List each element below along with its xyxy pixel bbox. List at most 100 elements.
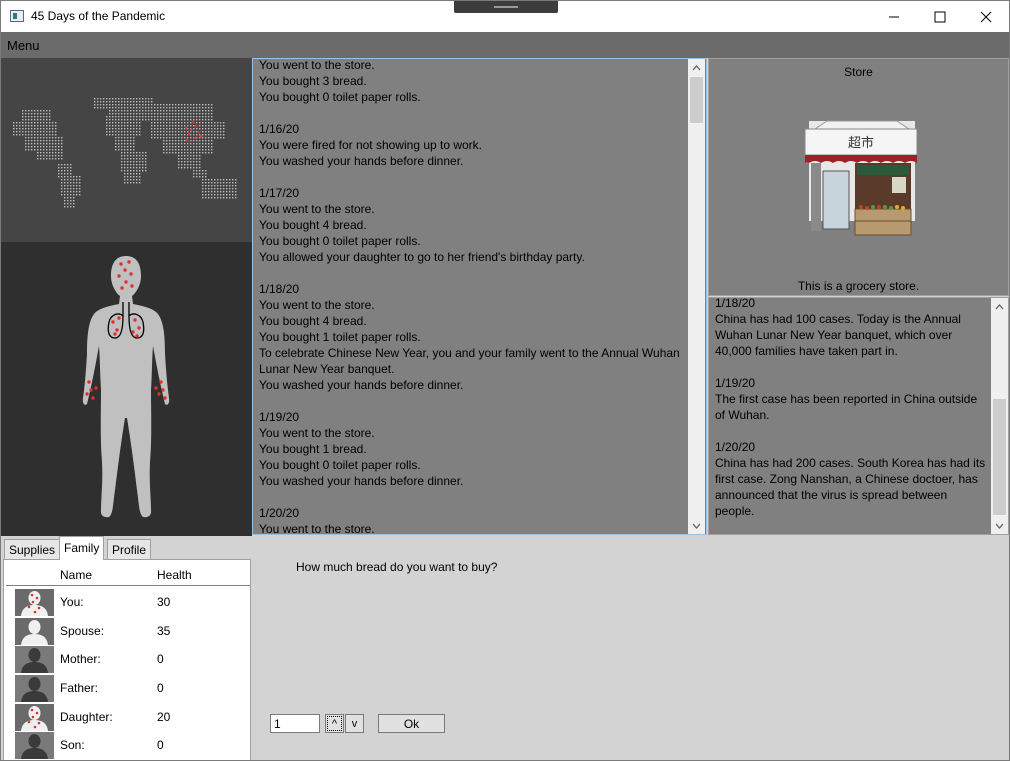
increment-button[interactable]: ^ (325, 714, 344, 733)
quantity-input[interactable] (270, 714, 320, 733)
member-name: Mother: (60, 652, 101, 666)
scroll-down-arrow[interactable] (688, 517, 705, 534)
infection-dot (133, 318, 137, 322)
infection-dot (189, 128, 193, 132)
infection-dot (120, 286, 124, 290)
family-member-row[interactable]: Daughter: 20 (4, 703, 250, 732)
location-caption: This is a grocery store. (797, 279, 920, 293)
infection-dot (91, 396, 95, 400)
tab-family[interactable]: Family (59, 536, 105, 560)
chevron-down-icon (995, 523, 1004, 529)
tab-profile[interactable]: Profile (107, 539, 152, 560)
scroll-thumb[interactable] (993, 399, 1006, 515)
title-bar: 45 Days of the Pandemic (1, 1, 1009, 32)
infection-dot (163, 396, 167, 400)
header-divider (6, 585, 250, 586)
family-member-row[interactable]: Mother: 0 (4, 645, 250, 674)
scroll-up-arrow[interactable] (688, 59, 705, 76)
infection-dot (159, 380, 163, 384)
member-name: Father: (60, 681, 99, 695)
scroll-up-arrow[interactable] (991, 298, 1008, 315)
infection-dot (135, 334, 139, 338)
ok-button[interactable]: Ok (378, 714, 445, 733)
infection-dot (184, 126, 188, 130)
member-health: 30 (157, 595, 171, 609)
infection-dot (185, 138, 189, 142)
member-name: Son: (60, 738, 85, 752)
menu-item[interactable]: Menu (7, 38, 40, 53)
news-scrollbar[interactable] (991, 298, 1008, 534)
location-panel: Store 超市 This is a grocery store. (708, 58, 1009, 296)
member-health: 35 (157, 624, 171, 638)
avatar (15, 704, 54, 731)
event-log-panel[interactable]: You went to the store. You bought 3 brea… (252, 58, 707, 535)
family-panel: Name Health You: 30 Spouse: 35 Mother: 0 Fathe… (3, 559, 251, 760)
chevron-down-icon (692, 523, 701, 529)
family-member-row[interactable]: Father: 0 (4, 674, 250, 703)
infection-dot (117, 274, 121, 278)
infection-dot (154, 386, 158, 390)
tab-supplies[interactable]: Supplies (4, 539, 61, 560)
avatar (15, 732, 54, 759)
tab-bar: Supplies Family Profile (1, 536, 252, 560)
column-header-name[interactable]: Name (60, 568, 92, 582)
member-name: You: (60, 595, 84, 609)
avatar (15, 589, 54, 616)
news-text: 1/18/20 China has had 100 cases. Today i… (715, 297, 986, 518)
app-icon (10, 10, 24, 22)
avatar (15, 675, 54, 702)
infection-dot (187, 132, 191, 136)
infection-dot (85, 392, 89, 396)
minimize-icon (889, 16, 899, 17)
person-silhouette-icon (15, 589, 54, 616)
chevron-up-icon (995, 303, 1004, 309)
log-scrollbar[interactable] (688, 59, 705, 534)
scroll-thumb[interactable] (690, 77, 703, 123)
infection-dot (119, 262, 123, 266)
close-button[interactable] (963, 1, 1009, 32)
infection-dot (123, 268, 127, 272)
infection-dot (127, 260, 131, 264)
infection-dot (89, 388, 93, 392)
family-member-row[interactable]: Son: 0 (4, 731, 250, 760)
app-window: 45 Days of the Pandemic Menu You went to… (0, 0, 1010, 761)
event-log-text: You went to the store. You bought 3 brea… (259, 58, 680, 535)
menu-bar: Menu (1, 32, 1009, 58)
member-name: Daughter: (60, 710, 113, 724)
infection-dot (94, 386, 98, 390)
column-header-health[interactable]: Health (157, 568, 192, 582)
infection-dot (115, 328, 119, 332)
member-health: 0 (157, 738, 164, 752)
decrement-button[interactable]: v (345, 714, 364, 733)
body-infection-panel (1, 242, 252, 536)
infection-dot (111, 320, 115, 324)
avatar (15, 646, 54, 673)
family-member-row[interactable]: Spouse: 35 (4, 617, 250, 646)
member-health: 0 (157, 652, 164, 666)
infection-dot (194, 124, 198, 128)
scroll-down-arrow[interactable] (991, 517, 1008, 534)
window-title: 45 Days of the Pandemic (31, 9, 166, 23)
infection-dot (129, 272, 133, 276)
news-panel[interactable]: 1/18/20 China has had 100 cases. Today i… (708, 297, 1009, 535)
infection-dot (199, 134, 203, 138)
family-member-row[interactable]: You: 30 (4, 588, 250, 617)
prompt-question: How much bread do you want to buy? (296, 560, 498, 574)
infection-dot (193, 136, 197, 140)
drag-handle[interactable] (454, 1, 558, 13)
infection-dot (157, 392, 161, 396)
world-map (1, 58, 252, 242)
member-name: Spouse: (60, 624, 105, 638)
minimize-button[interactable] (871, 1, 917, 32)
infection-dot (131, 330, 135, 334)
member-health: 0 (157, 681, 164, 695)
person-silhouette-icon (15, 704, 54, 731)
infection-dot (124, 280, 128, 284)
close-icon (980, 11, 992, 22)
avatar (15, 618, 54, 645)
member-health: 20 (157, 710, 171, 724)
maximize-icon (934, 11, 946, 22)
world-map-graphic (13, 98, 237, 208)
person-silhouette-icon (15, 646, 54, 673)
maximize-button[interactable] (917, 1, 963, 32)
